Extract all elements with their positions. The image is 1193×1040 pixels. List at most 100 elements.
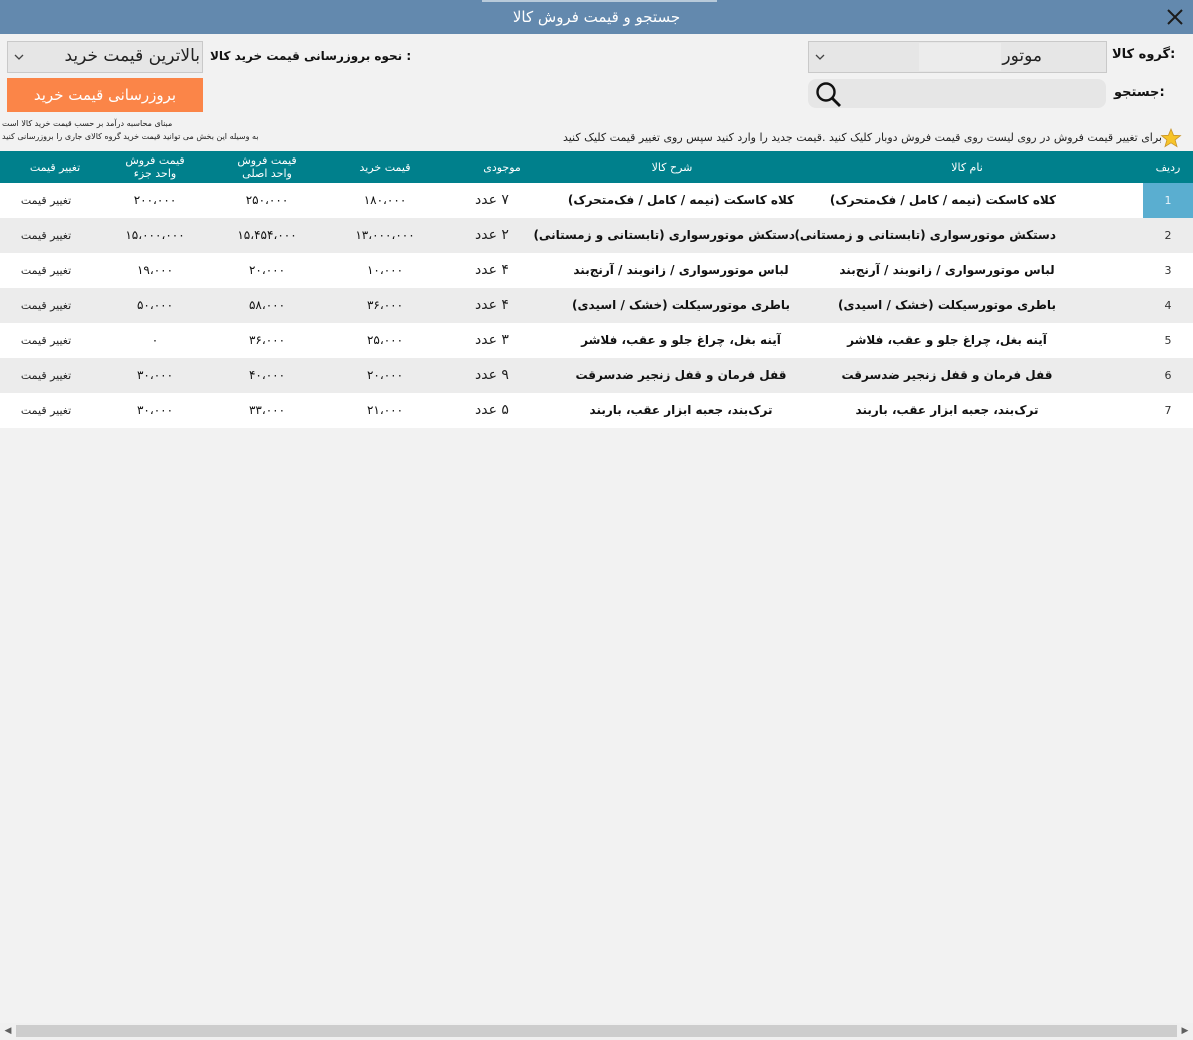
table-row[interactable]: 7 ترک‌بند، جعبه ابزار عقب، باربند ترک‌بن… (0, 393, 1193, 428)
search-input[interactable] (850, 81, 1100, 106)
product-description[interactable]: باطری موتورسیکلت (خشک / اسیدی) (567, 288, 795, 323)
row-index[interactable]: 4 (1143, 288, 1193, 323)
product-name[interactable]: دستکش موتورسواری (تابستانی و زمستانی) (794, 218, 1056, 253)
product-name[interactable]: ترک‌بند، جعبه ابزار عقب، باربند (838, 393, 1056, 428)
table-row[interactable]: 2 دستکش موتورسواری (تابستانی و زمستانی) … (0, 218, 1193, 253)
table-row[interactable]: 1 کلاه کاسکت (نیمه / کامل / فک‌متحرک) کل… (0, 183, 1193, 218)
product-stock[interactable]: ۳ عدد (452, 323, 532, 358)
col-header-buy[interactable]: قیمت خرید (330, 151, 440, 183)
col-header-stock[interactable]: موجودی (452, 151, 552, 183)
scroll-right-icon[interactable]: ▶ (1178, 1025, 1192, 1038)
update-mode-label: نحوه بروزرسانی قیمت خرید کالا : (210, 49, 412, 63)
col-header-index[interactable]: ردیف (1143, 151, 1193, 183)
search-label: جستجو: (1114, 85, 1165, 100)
update-mode-select[interactable]: بالاترین قیمت خرید (7, 41, 203, 73)
product-description[interactable]: قفل فرمان و قفل زنجیر ضدسرقت (567, 358, 795, 393)
product-stock[interactable]: ۴ عدد (452, 253, 532, 288)
row-index[interactable]: 1 (1143, 183, 1193, 218)
product-name[interactable]: باطری موتورسیکلت (خشک / اسیدی) (838, 288, 1056, 323)
purchase-price[interactable]: ۲۵،۰۰۰ (330, 323, 440, 358)
row-index[interactable]: 7 (1143, 393, 1193, 428)
col-header-sell-part-line2: واحد جزء (133, 167, 177, 180)
sell-price-main[interactable]: ۳۳،۰۰۰ (212, 393, 322, 428)
scroll-left-icon[interactable]: ◀ (1, 1025, 15, 1038)
product-name[interactable]: آینه بغل، چراغ جلو و عقب، فلاشر (838, 323, 1056, 358)
purchase-price[interactable]: ۳۶،۰۰۰ (330, 288, 440, 323)
row-index[interactable]: 6 (1143, 358, 1193, 393)
sell-price-part[interactable]: ۵۰،۰۰۰ (100, 288, 210, 323)
table-row[interactable]: 5 آینه بغل، چراغ جلو و عقب، فلاشر آینه ب… (0, 323, 1193, 358)
note-line-2: به وسیله این بخش می توانید قیمت خرید گرو… (2, 132, 259, 141)
product-stock[interactable]: ۷ عدد (452, 183, 532, 218)
sell-price-part[interactable]: ۰ (100, 323, 210, 358)
col-header-sell-main-line1: قیمت فروش (237, 154, 297, 167)
group-select[interactable]: موتور (808, 41, 1107, 73)
purchase-price[interactable]: ۱۳،۰۰۰،۰۰۰ (330, 218, 440, 253)
col-header-desc[interactable]: شرح کالا (567, 151, 777, 183)
price-change-hint: برای تغییر قیمت فروش در روی لیست روی قیم… (562, 131, 1162, 144)
product-description[interactable]: کلاه کاسکت (نیمه / کامل / فک‌متحرک) (567, 183, 795, 218)
col-header-change[interactable]: تغییر قیمت (0, 151, 110, 183)
table-header: ردیف نام کالا شرح کالا موجودی قیمت خرید … (0, 151, 1193, 183)
chevron-down-icon[interactable] (815, 53, 825, 61)
group-select-value: موتور (1002, 46, 1042, 66)
title-bar: جستجو و قیمت فروش کالا (0, 0, 1193, 34)
close-icon[interactable] (1159, 2, 1191, 32)
sell-price-part[interactable]: ۳۰،۰۰۰ (100, 393, 210, 428)
row-index[interactable]: 5 (1143, 323, 1193, 358)
scrollbar-thumb[interactable] (16, 1025, 1177, 1037)
product-stock[interactable]: ۲ عدد (452, 218, 532, 253)
change-price-link[interactable]: تغییر قیمت (0, 358, 92, 393)
sell-price-main[interactable]: ۴۰،۰۰۰ (212, 358, 322, 393)
product-stock[interactable]: ۴ عدد (452, 288, 532, 323)
sell-price-main[interactable]: ۱۵،۴۵۴،۰۰۰ (212, 218, 322, 253)
product-description[interactable]: ترک‌بند، جعبه ابزار عقب، باربند (567, 393, 795, 428)
product-description[interactable]: لباس موتورسواری / زانوبند / آرنج‌بند (567, 253, 795, 288)
col-header-name[interactable]: نام کالا (838, 151, 1096, 183)
col-header-sell-main-line2: واحد اصلی (242, 167, 292, 180)
product-stock[interactable]: ۹ عدد (452, 358, 532, 393)
sell-price-part[interactable]: ۳۰،۰۰۰ (100, 358, 210, 393)
update-mode-value: بالاترین قیمت خرید (64, 46, 200, 66)
product-name[interactable]: کلاه کاسکت (نیمه / کامل / فک‌متحرک) (830, 183, 1056, 218)
col-header-sell-part[interactable]: قیمت فروش واحد جزء (100, 151, 210, 183)
change-price-link[interactable]: تغییر قیمت (0, 218, 92, 253)
table-row[interactable]: 6 قفل فرمان و قفل زنجیر ضدسرقت قفل فرمان… (0, 358, 1193, 393)
sell-price-main[interactable]: ۲۵۰،۰۰۰ (212, 183, 322, 218)
change-price-link[interactable]: تغییر قیمت (0, 393, 92, 428)
purchase-price[interactable]: ۱۰،۰۰۰ (330, 253, 440, 288)
purchase-price[interactable]: ۱۸۰،۰۰۰ (330, 183, 440, 218)
col-header-sell-part-line1: قیمت فروش (125, 154, 185, 167)
product-name[interactable]: قفل فرمان و قفل زنجیر ضدسرقت (838, 358, 1056, 393)
change-price-link[interactable]: تغییر قیمت (0, 183, 92, 218)
window-title: جستجو و قیمت فروش کالا (512, 8, 681, 26)
purchase-price[interactable]: ۲۰،۰۰۰ (330, 358, 440, 393)
product-description[interactable]: دستکش موتورسواری (تابستانی و زمستانی) (533, 218, 795, 253)
table-row[interactable]: 4 باطری موتورسیکلت (خشک / اسیدی) باطری م… (0, 288, 1193, 323)
change-price-link[interactable]: تغییر قیمت (0, 323, 92, 358)
sell-price-part[interactable]: ۱۹،۰۰۰ (100, 253, 210, 288)
search-icon[interactable] (814, 81, 844, 107)
sell-price-main[interactable]: ۵۸،۰۰۰ (212, 288, 322, 323)
product-stock[interactable]: ۵ عدد (452, 393, 532, 428)
sell-price-part[interactable]: ۱۵،۰۰۰،۰۰۰ (100, 218, 210, 253)
chevron-down-icon[interactable] (14, 53, 24, 61)
row-index[interactable]: 3 (1143, 253, 1193, 288)
group-label: گروه کالا: (1112, 47, 1176, 62)
search-box[interactable] (808, 79, 1106, 108)
close-button[interactable] (1159, 2, 1191, 32)
change-price-link[interactable]: تغییر قیمت (0, 253, 92, 288)
row-index[interactable]: 2 (1143, 218, 1193, 253)
group-select-highlight (919, 43, 1001, 71)
table-row[interactable]: 3 لباس موتورسواری / زانوبند / آرنج‌بند ل… (0, 253, 1193, 288)
sell-price-part[interactable]: ۲۰۰،۰۰۰ (100, 183, 210, 218)
sell-price-main[interactable]: ۲۰،۰۰۰ (212, 253, 322, 288)
sell-price-main[interactable]: ۳۶،۰۰۰ (212, 323, 322, 358)
horizontal-scrollbar[interactable]: ◀ ▶ (0, 1023, 1193, 1040)
col-header-sell-main[interactable]: قیمت فروش واحد اصلی (212, 151, 322, 183)
product-description[interactable]: آینه بغل، چراغ جلو و عقب، فلاشر (567, 323, 795, 358)
change-price-link[interactable]: تغییر قیمت (0, 288, 92, 323)
purchase-price[interactable]: ۲۱،۰۰۰ (330, 393, 440, 428)
update-purchase-price-button[interactable]: بروزرسانی قیمت خرید (7, 78, 203, 112)
product-name[interactable]: لباس موتورسواری / زانوبند / آرنج‌بند (838, 253, 1056, 288)
